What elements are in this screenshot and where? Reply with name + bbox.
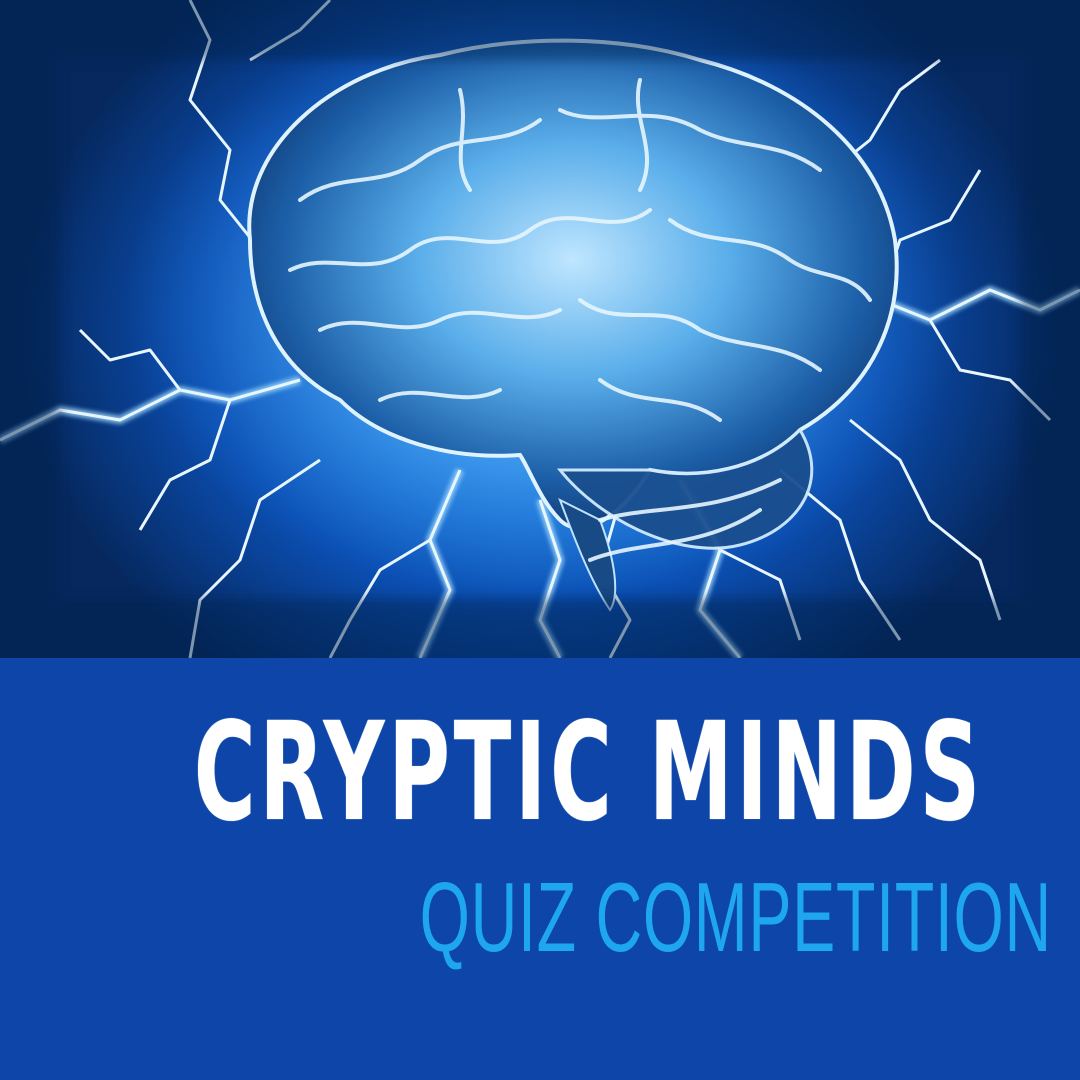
poster-title: CRYPTIC MINDS [193,694,984,852]
brain-lightning-image [0,0,1080,658]
brain-lightning-icon [0,0,1080,658]
poster-subtitle: QUIZ COMPETITION [419,862,1052,972]
quiz-poster: CRYPTIC MINDS QUIZ COMPETITION [0,0,1080,1080]
